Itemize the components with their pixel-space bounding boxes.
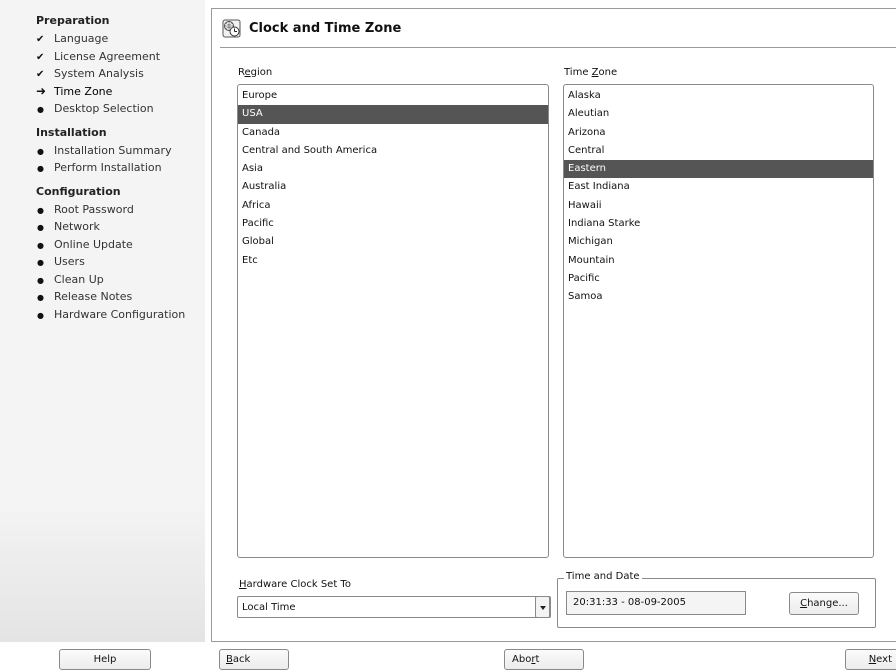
clock-globe-icon [222, 19, 241, 38]
sidebar-step: ● Users [36, 253, 85, 270]
installation-steps-sidebar: Preparation ✔ Language ✔ License Agreement ✔ S… [0, 0, 205, 642]
bottom-button-bar: Help Back Abort Next [0, 642, 896, 672]
change-button[interactable]: Change... [789, 592, 859, 615]
region-list-item[interactable]: Global [238, 233, 548, 251]
bullet-icon: ● [37, 105, 44, 114]
sidebar-step-label: Users [54, 255, 85, 268]
timezone-list-item[interactable]: Central [564, 142, 873, 160]
sidebar-step: ✔ System Analysis [36, 65, 144, 82]
next-button[interactable]: Next [845, 649, 896, 670]
time-date-field: 20:31:33 - 08-09-2005 [566, 591, 746, 615]
sidebar-step: ● Desktop Selection [36, 100, 154, 117]
header-divider [220, 47, 896, 48]
bullet-icon: ● [37, 293, 44, 302]
timezone-label: Time Zone [564, 67, 618, 78]
bullet-icon: ● [37, 310, 44, 320]
timezone-list-item[interactable]: Eastern [564, 160, 873, 179]
time-and-date-legend: Time and Date [564, 571, 642, 582]
section-title: Preparation [36, 14, 110, 27]
timezone-list-item[interactable]: Indiana Starke [564, 215, 873, 233]
sidebar-step: ✔ Language [36, 30, 108, 47]
sidebar-step: ● Hardware Configuration [36, 306, 185, 323]
sidebar-step-label: Desktop Selection [54, 102, 154, 115]
region-list-item[interactable]: Africa [238, 197, 548, 215]
page-header: Clock and Time Zone [212, 9, 896, 48]
bullet-icon: ● [37, 205, 44, 215]
bullet-icon: ● [37, 164, 44, 173]
timezone-list-item[interactable]: East Indiana [564, 178, 873, 196]
region-list-item[interactable]: USA [238, 105, 548, 124]
bullet-icon: ● [37, 146, 44, 156]
region-label: Region [238, 67, 273, 78]
region-list-item[interactable]: Pacific [238, 215, 548, 233]
page-title: Clock and Time Zone [249, 21, 402, 36]
timezone-list-item[interactable]: Arizona [564, 124, 873, 142]
region-list-item[interactable]: Europe [238, 87, 548, 105]
region-listbox[interactable]: Europe USA Canada Central and South America… [237, 84, 549, 558]
hardware-clock-combobox[interactable]: Local Time [237, 596, 551, 618]
bullet-icon: ● [37, 258, 44, 267]
section-title: Installation [36, 125, 107, 139]
sidebar-step-label: Language [54, 32, 109, 45]
timezone-list-item[interactable]: Samoa [564, 288, 873, 306]
timezone-listbox[interactable]: Alaska Aleutian Arizona Central Eastern East … [563, 84, 874, 558]
timezone-list-item[interactable]: Mountain [564, 252, 873, 270]
chevron-down-icon[interactable] [535, 596, 550, 618]
sidebar-step-label: Installation Summary [54, 143, 172, 157]
region-list-item[interactable]: Central and South America [238, 142, 548, 160]
region-list-item[interactable]: Asia [238, 160, 548, 178]
bullet-icon: ● [37, 275, 44, 285]
timezone-list-item[interactable]: Aleutian [564, 105, 873, 123]
sidebar-step: ● Perform Installation [36, 159, 162, 176]
bullet-icon: ● [37, 240, 44, 250]
sidebar-step: ● Installation Summary [36, 142, 172, 159]
sidebar-step: ● Network [36, 218, 100, 235]
hardware-clock-value: Local Time [242, 602, 296, 613]
time-and-date-group: Time and Date 20:31:33 - 08-09-2005 Chan… [557, 571, 876, 628]
sidebar-step-label: Root Password [54, 202, 134, 216]
sidebar-step-label: Perform Installation [54, 161, 162, 174]
sidebar-step-label: System Analysis [54, 67, 144, 80]
region-list-item[interactable]: Etc [238, 252, 548, 270]
sidebar-step: ● Release Notes [36, 288, 132, 305]
sidebar-step: ➜ Time Zone [36, 83, 112, 100]
region-list-item[interactable]: Australia [238, 178, 548, 196]
help-button[interactable]: Help [59, 649, 151, 670]
sidebar-step-label: Online Update [54, 237, 133, 251]
sidebar-step-label: Time Zone [54, 84, 113, 98]
timezone-list-item[interactable]: Alaska [564, 87, 873, 105]
timezone-list-item[interactable]: Hawaii [564, 197, 873, 215]
sidebar-step-label: Clean Up [54, 272, 104, 286]
back-button[interactable]: Back [219, 649, 289, 670]
timezone-list-item[interactable]: Pacific [564, 270, 873, 288]
sidebar-step-label: Hardware Configuration [54, 307, 186, 321]
timezone-list-item[interactable]: Michigan [564, 233, 873, 251]
bullet-icon: ● [37, 223, 44, 232]
sidebar-step-label: License Agreement [54, 49, 161, 63]
checkmark-icon: ✔ [36, 69, 45, 80]
sidebar-step: ● Online Update [36, 236, 133, 253]
sidebar-step-label: Network [54, 220, 100, 233]
checkmark-icon: ✔ [36, 34, 45, 45]
abort-button[interactable]: Abort [504, 649, 584, 670]
checkmark-icon: ✔ [36, 51, 45, 63]
sidebar-step-label: Release Notes [54, 290, 133, 303]
section-title: Configuration [36, 184, 121, 198]
sidebar-step: ✔ License Agreement [36, 48, 160, 65]
hardware-clock-label: Hardware Clock Set To [239, 579, 351, 590]
sidebar-step: ● Clean Up [36, 271, 104, 288]
main-panel: Clock and Time Zone Region Europe USA Cana… [211, 8, 896, 642]
region-list-item[interactable]: Canada [238, 124, 548, 142]
sidebar-step: ● Root Password [36, 201, 134, 218]
arrow-right-icon: ➜ [36, 83, 47, 98]
